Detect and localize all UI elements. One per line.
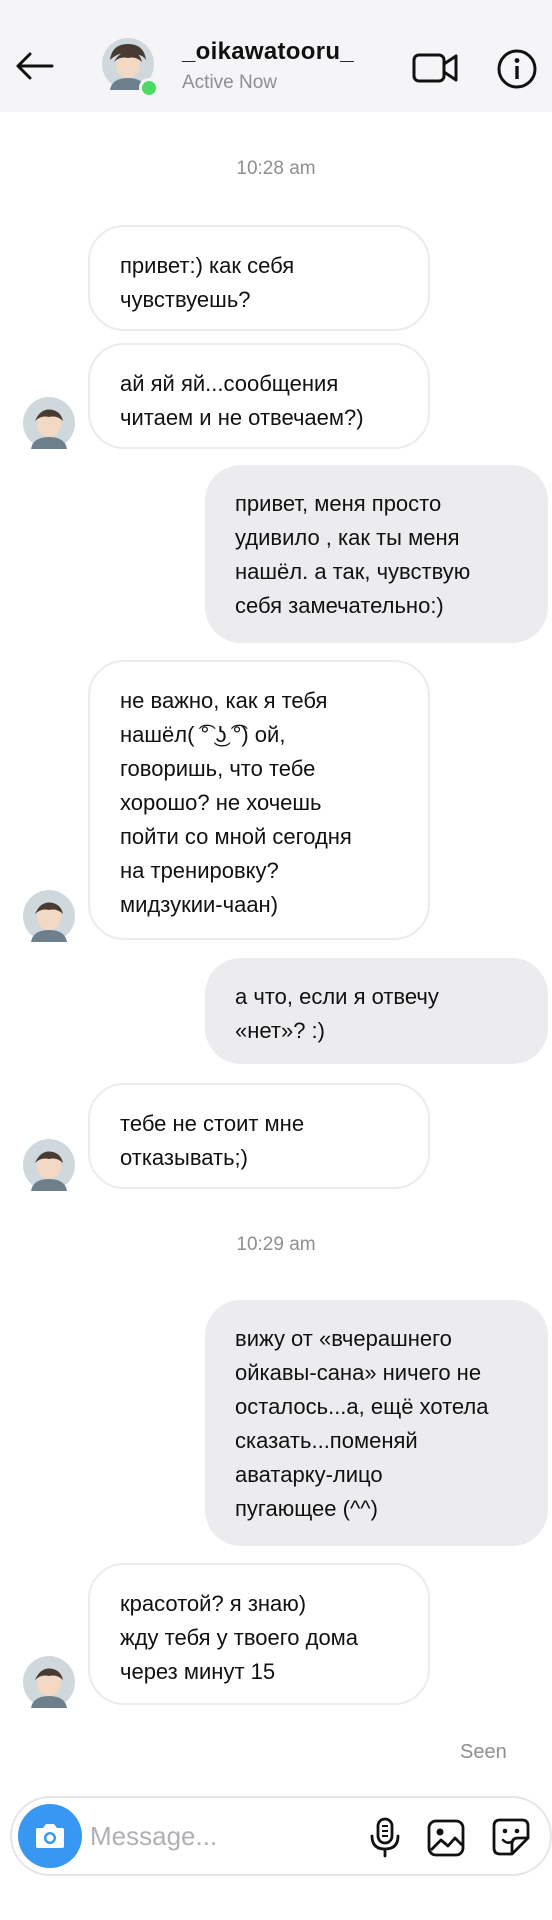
message-bubble-outgoing[interactable]: а что, если я отвечу «нет»? :) [205,958,548,1064]
message-bubble-incoming[interactable]: привет:) как себя чувствуешь? [88,225,430,331]
gallery-icon[interactable] [426,1818,466,1858]
message-bubble-outgoing[interactable]: вижу от «вчерашнего ойкавы-сана» ничего … [205,1300,548,1546]
camera-button[interactable] [18,1804,82,1868]
video-camera-icon[interactable] [412,50,458,86]
online-indicator [139,78,159,98]
info-icon[interactable] [496,48,538,90]
message-bubble-outgoing[interactable]: привет, меня просто удивило , как ты мен… [205,465,548,643]
back-button[interactable] [12,44,56,88]
message-bubble-incoming[interactable]: не важно, как я тебя нашёл( ͡° ͜ʖ ͡°) ой… [88,660,430,940]
back-arrow-icon [16,52,54,80]
chat-header: _oikawatooru_ Active Now [0,0,552,112]
message-composer [10,1796,552,1876]
contact-avatar[interactable] [23,1139,75,1191]
message-bubble-incoming[interactable]: красотой? я знаю) жду тебя у твоего дома… [88,1563,430,1705]
contact-avatar[interactable] [23,890,75,942]
camera-icon [36,1824,64,1848]
timestamp: 10:28 am [236,158,316,179]
seen-receipt: Seen [460,1741,507,1763]
microphone-icon[interactable] [367,1816,403,1858]
contact-avatar[interactable] [23,1656,75,1708]
timestamp: 10:29 am [236,1234,316,1255]
home-indicator-area [0,1890,552,1920]
message-input[interactable] [90,1814,320,1858]
message-bubble-incoming[interactable]: ай яй яй...сообщения читаем и не отвечае… [88,343,430,449]
activity-status: Active Now [182,72,278,93]
sticker-icon[interactable] [490,1816,532,1858]
message-bubble-incoming[interactable]: тебе не стоит мне отказывать;) [88,1083,430,1189]
contact-avatar[interactable] [23,397,75,449]
contact-username[interactable]: _oikawatooru_ [182,38,354,66]
